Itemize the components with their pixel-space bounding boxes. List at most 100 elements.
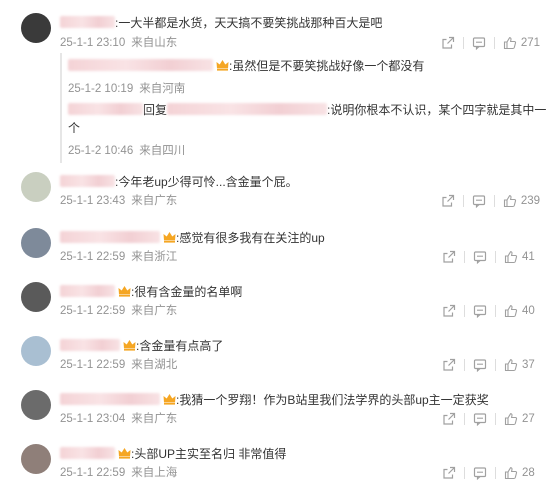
comment-line: :头部UP主实至名归 非常值得	[60, 446, 286, 462]
avatar[interactable]	[21, 390, 51, 420]
username-blurred[interactable]	[60, 231, 160, 243]
share-icon[interactable]	[441, 194, 455, 208]
comment-date: 25-1-1 23:10	[60, 37, 126, 49]
comment-location: 来自湖北	[131, 359, 178, 371]
comment-location: 来自浙江	[131, 251, 178, 263]
comment-actions: 271	[441, 35, 540, 51]
comment-line: :我猜一个罗翔！作为B站里我们法学界的头部up主一定获奖	[60, 392, 489, 408]
share-icon[interactable]	[442, 466, 456, 480]
username-blurred[interactable]	[60, 447, 115, 459]
comment-actions: 27	[442, 411, 540, 427]
username-blurred[interactable]	[60, 285, 115, 297]
share-icon[interactable]	[442, 358, 456, 372]
thumbs-up-icon[interactable]	[504, 304, 518, 318]
avatar[interactable]	[21, 282, 51, 312]
crown-badge-icon	[118, 448, 131, 459]
comment-text: :头部UP主实至名归 非常值得	[131, 447, 287, 461]
crown-badge-icon	[163, 394, 176, 405]
comment-icon[interactable]	[473, 412, 487, 426]
username-blurred[interactable]	[60, 16, 115, 28]
thumbs-up-icon[interactable]	[503, 194, 517, 208]
divider	[493, 195, 495, 207]
divider	[462, 37, 464, 49]
comment-line: :很有含金量的名单啊	[60, 284, 242, 300]
comment-actions: 239	[441, 193, 540, 209]
thumbs-up-icon[interactable]	[504, 250, 518, 264]
thumbs-up-icon[interactable]	[504, 358, 518, 372]
username-blurred[interactable]	[60, 393, 160, 405]
reply-line-cont: 个	[68, 120, 80, 136]
divider	[464, 413, 465, 425]
comment-icon[interactable]	[473, 358, 487, 372]
divider	[495, 305, 496, 317]
comment-actions: 28	[442, 465, 540, 481]
comment-icon[interactable]	[472, 36, 486, 50]
comment-icon[interactable]	[473, 466, 487, 480]
share-icon[interactable]	[441, 36, 455, 50]
reply-line: 回复 :说明你根本不认识，某个四字就是其中一	[68, 102, 546, 118]
divider	[464, 359, 465, 371]
divider	[464, 251, 465, 263]
thumbs-up-icon[interactable]	[504, 412, 518, 426]
comment-icon[interactable]	[473, 250, 487, 264]
comment-location: 来自广东	[131, 195, 178, 207]
comment-location: 来自广东	[131, 305, 178, 317]
avatar[interactable]	[21, 172, 51, 202]
crown-badge-icon	[163, 232, 176, 243]
comment-location: 来自广东	[131, 413, 178, 425]
thumbs-up-icon[interactable]	[504, 466, 518, 480]
comment-line: :一大半都是水货，天天搞不要笑挑战那种百大是吧	[60, 15, 382, 31]
like-count: 28	[522, 467, 535, 479]
crown-badge-icon	[216, 60, 229, 71]
divider	[464, 467, 465, 479]
share-icon[interactable]	[442, 250, 456, 264]
avatar[interactable]	[21, 336, 51, 366]
comment-text: :我猜一个罗翔！作为B站里我们法学界的头部up主一定获奖	[176, 393, 489, 407]
comment-icon[interactable]	[472, 194, 486, 208]
reply-text: :虽然但是不要笑挑战好像一个都没有	[229, 59, 425, 73]
like-count: 27	[522, 413, 535, 425]
comment-text: :含金量有点高了	[136, 339, 224, 353]
comment-location: 来自上海	[131, 467, 178, 479]
comment-meta: 25-1-1 23:10 来自山东	[60, 36, 177, 50]
thumbs-up-icon[interactable]	[503, 36, 517, 50]
avatar[interactable]	[21, 13, 51, 43]
reply-text-cont: 个	[68, 121, 81, 135]
username-blurred[interactable]	[68, 103, 143, 115]
comment-date: 25-1-1 22:59	[60, 305, 126, 317]
divider	[464, 305, 465, 317]
comment-actions: 41	[442, 249, 540, 265]
avatar[interactable]	[21, 228, 51, 258]
comment-date: 25-1-1 23:04	[60, 413, 126, 425]
reply-meta: 25-1-2 10:19 来自河南	[68, 80, 185, 96]
comment-meta: 25-1-1 22:59 来自湖北	[60, 358, 177, 372]
comment-location: 来自山东	[131, 37, 178, 49]
username-blurred[interactable]	[60, 175, 115, 187]
reply-location: 来自四川	[139, 145, 186, 157]
comment-meta: 25-1-1 22:59 来自广东	[60, 304, 177, 318]
share-icon[interactable]	[442, 412, 456, 426]
divider	[493, 37, 495, 49]
crown-badge-icon	[118, 286, 131, 297]
comment-icon[interactable]	[473, 304, 487, 318]
comment-line: :含金量有点高了	[60, 338, 223, 354]
share-icon[interactable]	[442, 304, 456, 318]
like-count: 239	[520, 195, 540, 207]
divider	[495, 467, 496, 479]
username-blurred[interactable]	[68, 59, 213, 71]
comment-text: :很有含金量的名单啊	[131, 285, 243, 299]
reply-word[interactable]: 回复	[143, 103, 167, 117]
comment-text: :一大半都是水货，天天搞不要笑挑战那种百大是吧	[115, 16, 383, 30]
reply-target-blurred[interactable]	[167, 103, 328, 115]
username-blurred[interactable]	[60, 339, 120, 351]
reply-location: 来自河南	[139, 83, 186, 95]
comment-meta: 25-1-1 23:04 来自广东	[60, 412, 177, 426]
reply-text: :说明你根本不认识，某个四字就是其中一	[327, 103, 547, 117]
comment-meta: 25-1-1 23:43 来自广东	[60, 194, 177, 208]
comment-line: :感觉有很多我有在关注的up	[60, 230, 325, 246]
like-count: 271	[520, 37, 540, 49]
comment-date: 25-1-1 22:59	[60, 467, 126, 479]
avatar[interactable]	[21, 444, 51, 474]
divider	[495, 413, 496, 425]
like-count: 37	[522, 359, 535, 371]
